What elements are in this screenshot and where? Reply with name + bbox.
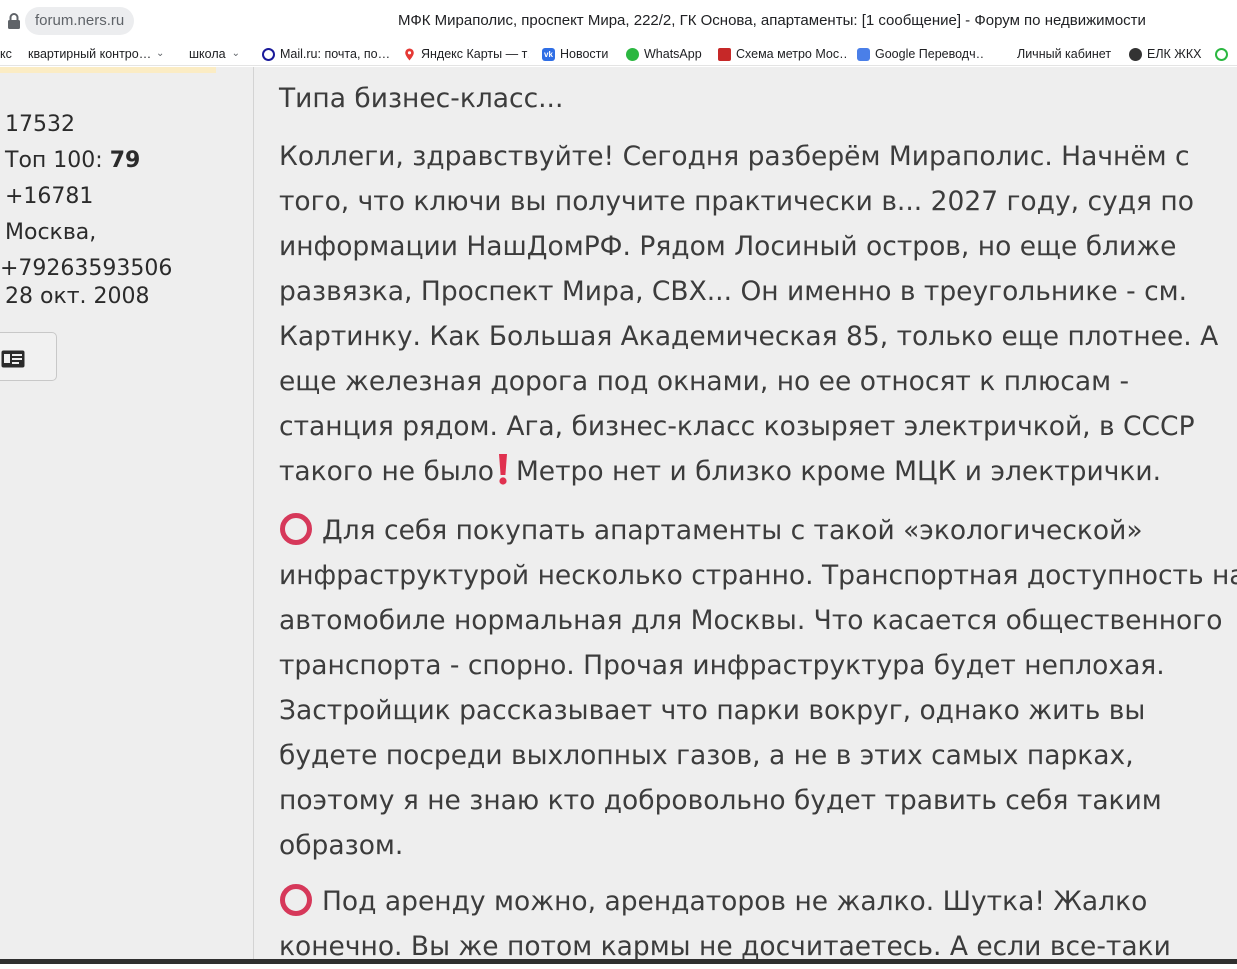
registration-date: 28 окт. 2008 [5, 284, 150, 309]
text-fragment: такого не было [279, 456, 494, 487]
bookmark-label: Mail.ru: почта, по… [280, 47, 390, 61]
bookmark-mailru[interactable]: Mail.ru: почта, по… [262, 45, 390, 63]
lock-icon[interactable] [6, 12, 22, 30]
author-sidebar: 17532 Топ 100: 79 +16781 Москва, +792635… [0, 67, 253, 964]
text-line: такого не было Метро нет и близко кроме … [279, 449, 1229, 494]
top100-rank: Топ 100: 79 [5, 147, 140, 175]
whatsapp-icon [626, 47, 639, 61]
bookmark-label: школа [189, 47, 226, 61]
post-paragraph-3: Под аренду можно, арендаторов не жалко. … [279, 879, 1229, 969]
text-line: транспорта - спорно. Прочая инфраструкту… [279, 650, 1165, 681]
elk-icon [1129, 47, 1142, 61]
text-line: Для себя покупать апартаменты с такой «э… [279, 508, 1229, 553]
text-line: Застройщик рассказывает что парки вокруг… [279, 695, 1146, 726]
bookmark-label: Новости [560, 47, 609, 61]
text-line: еще железная дорога под окнами, но ее от… [279, 366, 1130, 397]
text-fragment: Для себя покупать апартаменты с такой «э… [322, 515, 1143, 546]
phone: +79263593506 [0, 256, 173, 281]
bookmark-folder-kvartirny[interactable]: квартирный контро… ⌄ [28, 45, 173, 63]
text-line: станция рядом. Ага, бизнес-класс козыряе… [279, 411, 1195, 442]
forum-page: 17532 Топ 100: 79 +16781 Москва, +792635… [0, 67, 1237, 964]
post-paragraph-1: Коллеги, здравствуйте! Сегодня разберём … [279, 134, 1229, 494]
reputation: +16781 [5, 184, 94, 209]
bookmark-google-translate[interactable]: Google Переводч… [857, 45, 985, 63]
vk-icon: vk [542, 47, 555, 61]
text-line: образом. [279, 830, 404, 861]
post-paragraph-2: Для себя покупать апартаменты с такой «э… [279, 508, 1237, 868]
city: Москва, [5, 220, 97, 245]
chevron-down-icon: ⌄ [231, 48, 240, 59]
window-title: МФК Мираполис, проспект Мира, 222/2, ГК … [398, 12, 1146, 29]
bookmark-label: ЕЛК ЖКХ [1147, 47, 1202, 61]
post-subject: Типа бизнес-класс... [279, 83, 564, 114]
text-line: автомобиле нормальная для Москвы. Что ка… [279, 605, 1223, 636]
top100-label: Топ 100: [5, 148, 103, 173]
text-line: инфраструктурой несколько странно. Транс… [279, 560, 1237, 591]
bookmark-yandex-maps[interactable]: Яндекс Карты — т… [403, 45, 529, 63]
exclamation-emoji-icon [498, 454, 507, 485]
taskbar-edge [0, 959, 1237, 964]
hollow-red-circle-icon [280, 513, 312, 545]
text-line: информации НашДомРФ. Рядом Лосиный остро… [279, 231, 1177, 262]
text-fragment: Под аренду можно, арендаторов не жалко. … [322, 886, 1148, 917]
text-line: развязка, Проспект Мира, СВХ... Он именн… [279, 276, 1188, 307]
bookmarks-bar: кс квартирный контро… ⌄ школа ⌄ Mail.ru:… [0, 42, 1237, 66]
hollow-red-circle-icon [280, 884, 312, 916]
top100-value: 79 [109, 148, 141, 173]
google-translate-icon [857, 47, 870, 61]
bookmark-label: WhatsApp [644, 47, 702, 61]
metro-icon [718, 47, 731, 61]
text-fragment: Метро нет и близко кроме МЦК и электричк… [515, 456, 1162, 487]
check-circle-icon [1215, 47, 1228, 61]
url-field[interactable]: forum.ners.ru [25, 7, 135, 35]
bookmark-label: квартирный контро… [28, 47, 150, 61]
browser-address-row: forum.ners.ru МФК Мираполис, проспект Ми… [0, 0, 1237, 42]
text-line: Коллеги, здравствуйте! Сегодня разберём … [279, 141, 1190, 172]
profile-button[interactable] [0, 332, 57, 381]
bookmark-elk-zhkh[interactable]: ЕЛК ЖКХ [1129, 45, 1209, 63]
map-pin-icon [405, 48, 414, 60]
bookmark-personal-cabinet[interactable]: Личный кабинет [1017, 45, 1119, 63]
bookmark-folder-shkola[interactable]: школа ⌄ [189, 45, 249, 63]
bookmark-overflow[interactable] [1215, 45, 1237, 63]
id-card-icon [1, 350, 25, 368]
text-line: Картинку. Как Большая Академическая 85, … [279, 321, 1219, 352]
mailru-icon [262, 47, 275, 61]
bookmark-vk-news[interactable]: vk Новости [542, 45, 617, 63]
chevron-down-icon: ⌄ [156, 48, 165, 59]
bookmark-metro-scheme[interactable]: Схема метро Мос… [718, 45, 846, 63]
bookmark-0[interactable]: кс [0, 45, 20, 63]
reading-progress-bar [0, 67, 216, 73]
bookmark-label: Яндекс Карты — т… [421, 47, 529, 61]
column-divider [253, 67, 254, 964]
text-line: Под аренду можно, арендаторов не жалко. … [279, 879, 1229, 924]
bookmark-whatsapp[interactable]: WhatsApp [626, 45, 708, 63]
text-line: будете посреди выхлопных газов, а не в э… [279, 740, 1134, 771]
text-line: поэтому я не знаю кто добровольно будет … [279, 785, 1162, 816]
bookmark-label: Схема метро Мос… [736, 47, 846, 61]
bookmark-label: Google Переводч… [875, 47, 985, 61]
text-line: того, что ключи вы получите практически … [279, 186, 1194, 217]
post-count: 17532 [5, 112, 75, 137]
bookmark-label: кс [0, 47, 12, 61]
bookmark-label: Личный кабинет [1017, 47, 1112, 61]
